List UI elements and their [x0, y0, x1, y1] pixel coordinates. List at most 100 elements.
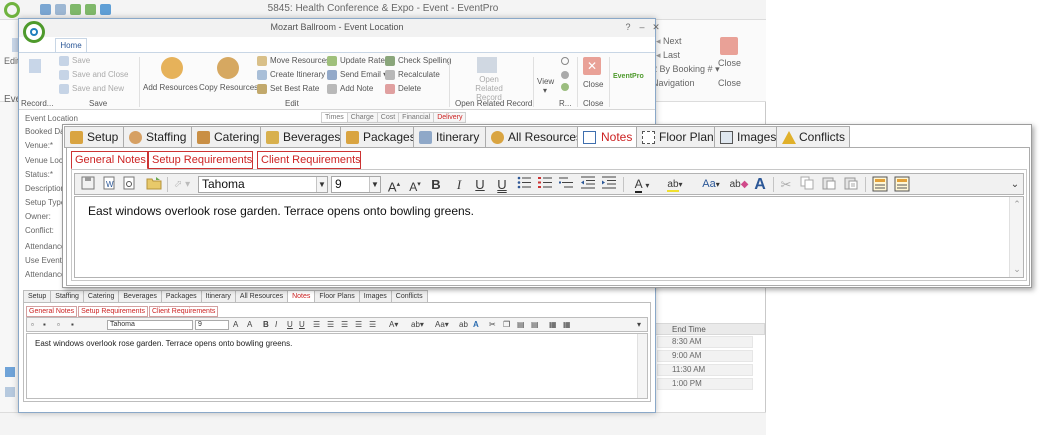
paste-special-icon[interactable] — [843, 176, 859, 193]
by-booking-button[interactable]: 2 By Booking # ▾ — [652, 64, 720, 75]
home-icon[interactable] — [5, 367, 15, 377]
grow-font-icon[interactable]: A — [233, 320, 238, 330]
add-resources-button[interactable]: Add Resources — [143, 83, 198, 92]
decrease-indent-icon[interactable]: ☰ — [355, 320, 362, 330]
clear-formatting-icon[interactable]: ab◆ — [729, 176, 749, 193]
tab-beverages[interactable]: Beverages — [260, 126, 341, 148]
small-scrollbar[interactable] — [637, 334, 647, 398]
change-case-icon[interactable]: Aa▾ — [697, 176, 725, 193]
bold-icon[interactable]: B — [263, 320, 269, 330]
tab-client-requirements[interactable]: Client Requirements — [148, 306, 219, 317]
tab-delivery[interactable]: Delivery — [433, 112, 467, 123]
tab-all-resources[interactable]: All Resources — [485, 126, 582, 148]
tab-setup[interactable]: Setup — [64, 126, 124, 148]
copy-icon[interactable] — [799, 176, 815, 193]
tab-setup-requirements[interactable]: Setup Requirements — [78, 306, 148, 317]
send-email-button[interactable]: Send Email ▾ — [327, 70, 387, 80]
word-document-icon[interactable]: W — [101, 176, 117, 193]
double-underline-icon[interactable]: U — [495, 176, 509, 193]
tab-packages[interactable]: Packages — [340, 126, 416, 148]
delete-button[interactable]: Delete — [385, 84, 421, 94]
small-note-editor[interactable]: East windows overlook rose garden. Terra… — [26, 333, 648, 399]
copy-icon[interactable]: ❐ — [503, 320, 510, 330]
tab-home[interactable]: Home — [55, 38, 87, 52]
set-best-rate-button[interactable]: Set Best Rate — [257, 84, 319, 94]
shrink-font-icon[interactable]: A▾ — [406, 176, 424, 194]
last-button[interactable]: ◂ Last — [656, 50, 680, 61]
record-icon[interactable] — [29, 59, 41, 73]
shrink-font-icon[interactable]: A — [247, 320, 252, 330]
multilevel-icon[interactable]: ☰ — [341, 320, 348, 330]
forward-icon[interactable] — [561, 71, 569, 79]
down-icon[interactable] — [561, 83, 569, 91]
size-select[interactable]: 9 — [195, 320, 229, 330]
tab-general-notes[interactable]: General Notes — [71, 151, 148, 170]
insert-field-icon[interactable] — [871, 176, 889, 193]
eventpro-logo[interactable] — [23, 21, 45, 43]
bullet-list-icon[interactable] — [516, 176, 532, 193]
tab-cost[interactable]: Cost — [376, 112, 400, 123]
update-rate-button[interactable]: Update Rate — [327, 56, 385, 66]
bullets-icon[interactable]: ☰ — [313, 320, 320, 330]
copy-resources-button[interactable]: Copy Resources — [199, 83, 258, 92]
double-underline-icon[interactable]: U — [299, 320, 305, 330]
tab-catering[interactable]: Catering — [191, 126, 261, 148]
save-icon[interactable]: ▫ — [31, 320, 34, 330]
check-spelling-button[interactable]: Check Spelling — [385, 56, 451, 66]
preview-icon[interactable]: ▫ — [57, 320, 60, 330]
view-chevron-down-icon[interactable]: ▾ — [543, 86, 547, 95]
font-color-icon[interactable]: A ▾ — [630, 176, 654, 193]
clear-format-icon[interactable]: ab — [459, 320, 468, 330]
italic-icon[interactable]: I — [275, 320, 277, 330]
multilevel-list-icon[interactable] — [558, 176, 574, 193]
tab-charge[interactable]: Charge — [346, 112, 378, 123]
grow-font-icon[interactable]: A▴ — [385, 176, 403, 194]
numbering-icon[interactable]: ☰ — [327, 320, 334, 330]
scroll-down-icon[interactable]: ⌄ — [1010, 264, 1024, 275]
close-button[interactable]: Close — [583, 80, 603, 89]
tab-conflicts[interactable]: Conflicts — [776, 126, 850, 148]
style-dropdown[interactable]: ⬀ ▾ — [171, 176, 193, 193]
close-icon[interactable]: ✕ — [651, 22, 661, 32]
change-case-icon[interactable]: Aa▾ — [435, 320, 449, 330]
help-icon[interactable]: ? — [623, 22, 633, 32]
tab-general-notes[interactable]: General Notes — [26, 306, 78, 317]
view-dropdown[interactable]: View — [537, 77, 554, 86]
font-select[interactable]: Tahoma — [107, 320, 193, 330]
tab-notes[interactable]: Notes — [577, 126, 637, 148]
chevron-down-icon[interactable]: ▼ — [316, 177, 327, 192]
create-itinerary-button[interactable]: Create Itinerary — [257, 70, 325, 80]
search-icon[interactable] — [561, 57, 569, 65]
chevron-down-icon[interactable]: ▼ — [369, 177, 380, 192]
font-color-icon[interactable]: A▾ — [389, 320, 398, 330]
insert-merge-field-icon[interactable] — [893, 176, 911, 193]
back-close-icon[interactable] — [720, 37, 738, 55]
font-size-select[interactable]: 9 ▼ — [331, 176, 381, 193]
save-icon[interactable] — [80, 176, 96, 193]
font-dialog-icon[interactable]: A — [752, 176, 768, 193]
numbered-list-icon[interactable] — [537, 176, 553, 193]
toolbar-options-icon[interactable]: ▾ — [637, 320, 641, 330]
highlight-color-icon[interactable]: ab▾ — [660, 176, 690, 193]
decrease-indent-icon[interactable] — [580, 176, 596, 193]
next-button[interactable]: ◂ Next — [656, 36, 682, 47]
increase-indent-icon[interactable] — [601, 176, 617, 193]
underline-icon[interactable]: U — [473, 176, 487, 193]
scroll-up-icon[interactable]: ⌃ — [1010, 199, 1024, 210]
tab-financial[interactable]: Financial — [398, 112, 435, 123]
list-icon[interactable] — [5, 387, 15, 397]
open-icon[interactable]: ▪ — [71, 320, 74, 330]
tab-setup-requirements[interactable]: Setup Requirements — [148, 151, 253, 169]
paste-icon[interactable]: ▤ — [517, 320, 525, 330]
close-icon[interactable]: ✕ — [583, 57, 601, 75]
cut-icon[interactable]: ✂ — [489, 320, 496, 330]
print-preview-icon[interactable] — [121, 176, 137, 193]
paste-icon[interactable] — [821, 176, 837, 193]
increase-indent-icon[interactable]: ☰ — [369, 320, 376, 330]
paste-special-icon[interactable]: ▤ — [531, 320, 539, 330]
tab-times[interactable]: Times — [321, 112, 348, 123]
italic-icon[interactable]: I — [452, 176, 466, 193]
cut-icon[interactable]: ✂ — [778, 176, 794, 193]
minimize-icon[interactable]: – — [637, 22, 647, 32]
save-close-button[interactable]: Save and Close — [59, 70, 128, 80]
